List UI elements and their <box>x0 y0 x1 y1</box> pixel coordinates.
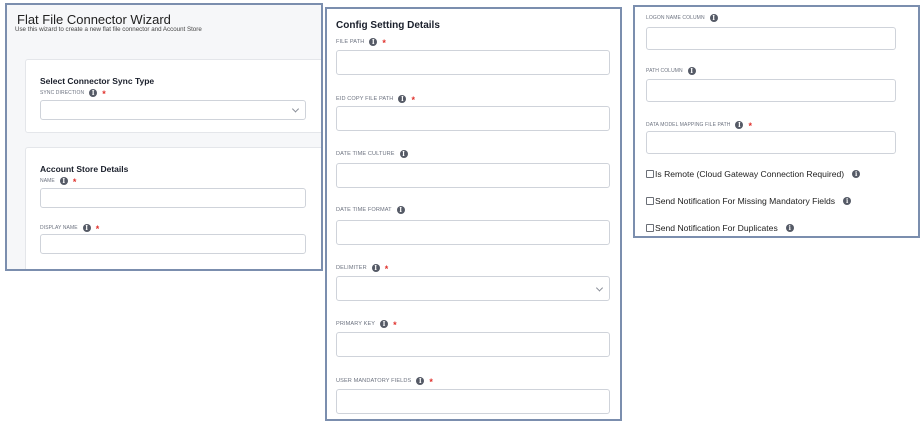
missing-mandatory-label: Send Notification For Missing Mandatory … <box>655 196 836 206</box>
delimiter-label-text: DELIMITER <box>336 265 367 271</box>
config-panel: Config Setting Details FILE PATH i * EID… <box>325 7 622 421</box>
logon-name-column-input[interactable] <box>646 27 896 50</box>
info-icon[interactable]: i <box>371 264 380 272</box>
date-time-format-input[interactable] <box>336 220 610 245</box>
duplicates-checkbox[interactable] <box>646 224 654 232</box>
required-asterisk: * <box>393 320 397 330</box>
chevron-down-icon <box>595 283 604 292</box>
user-mandatory-fields-label: USER MANDATORY FIELDS i * <box>336 375 433 387</box>
logon-name-column-label-text: LOGON NAME COLUMN <box>646 15 705 21</box>
required-asterisk: * <box>748 121 753 131</box>
user-mandatory-fields-input[interactable] <box>336 389 610 414</box>
info-icon[interactable]: i <box>416 377 425 385</box>
file-path-input[interactable] <box>336 50 610 75</box>
account-store-card: Account Store Details NAME i * DISPLAY N… <box>25 147 321 269</box>
data-model-mapping-label-text: DATA MODEL MAPPING FILE PATH <box>646 122 731 128</box>
primary-key-label: PRIMARY KEY i * <box>336 318 397 330</box>
data-model-mapping-label: DATA MODEL MAPPING FILE PATH i * <box>646 119 752 131</box>
name-label: NAME i * <box>40 175 76 187</box>
user-mandatory-fields-label-text: USER MANDATORY FIELDS <box>336 378 412 384</box>
config-title: Config Setting Details <box>336 20 440 31</box>
info-icon[interactable]: i <box>396 206 405 214</box>
info-icon[interactable]: i <box>687 67 696 75</box>
info-icon[interactable]: i <box>399 150 408 158</box>
is-remote-label: Is Remote (Cloud Gateway Connection Requ… <box>655 169 845 179</box>
is-remote-checkbox-row[interactable]: Is Remote (Cloud Gateway Connection Requ… <box>646 169 861 179</box>
chevron-down-icon <box>291 105 300 113</box>
required-asterisk: * <box>429 377 433 387</box>
required-asterisk: * <box>102 89 106 99</box>
delimiter-select[interactable] <box>336 276 610 301</box>
logon-name-column-label: LOGON NAME COLUMN i <box>646 14 718 22</box>
date-time-format-label-text: DATE TIME FORMAT <box>336 207 392 213</box>
required-asterisk: * <box>382 38 386 48</box>
wizard-panel: Flat File Connector Wizard Use this wiza… <box>5 3 323 271</box>
missing-mandatory-checkbox-row[interactable]: Send Notification For Missing Mandatory … <box>646 196 852 206</box>
info-icon[interactable]: i <box>398 95 407 103</box>
path-column-label: PATH COLUMN i <box>646 67 696 75</box>
required-asterisk: * <box>384 264 389 274</box>
file-path-label: FILE PATH i * <box>336 36 386 48</box>
sync-type-card: Select Connector Sync Type SYNC DIRECTIO… <box>25 59 321 133</box>
eid-copy-file-path-input[interactable] <box>336 106 610 131</box>
sync-direction-select[interactable] <box>40 100 306 120</box>
wizard-title: Flat File Connector Wizard <box>17 12 171 27</box>
primary-key-input[interactable] <box>336 332 610 357</box>
eid-copy-file-path-label: EID COPY FILE PATH i * <box>336 93 415 105</box>
sync-section-title: Select Connector Sync Type <box>40 76 155 86</box>
info-icon[interactable]: i <box>59 177 68 185</box>
display-name-label: DISPLAY NAME i * <box>40 222 99 234</box>
date-time-culture-label-text: DATE TIME CULTURE <box>336 151 395 157</box>
is-remote-checkbox[interactable] <box>646 170 654 178</box>
info-icon[interactable]: i <box>852 170 861 178</box>
date-time-format-label: DATE TIME FORMAT i <box>336 206 405 214</box>
path-column-label-text: PATH COLUMN <box>646 68 683 74</box>
info-icon[interactable]: i <box>843 197 852 205</box>
info-icon[interactable]: i <box>735 121 744 129</box>
display-name-input[interactable] <box>40 234 306 254</box>
duplicates-checkbox-row[interactable]: Send Notification For Duplicates i <box>646 223 794 233</box>
delimiter-label: DELIMITER i * <box>336 262 388 274</box>
date-time-culture-label: DATE TIME CULTURE i <box>336 150 408 158</box>
display-name-label-text: DISPLAY NAME <box>40 225 78 231</box>
name-input[interactable] <box>40 188 306 208</box>
data-model-mapping-input[interactable] <box>646 131 896 154</box>
path-column-input[interactable] <box>646 79 896 102</box>
required-asterisk: * <box>72 177 77 187</box>
info-icon[interactable]: i <box>785 224 794 232</box>
date-time-culture-input[interactable] <box>336 163 610 188</box>
primary-key-label-text: PRIMARY KEY <box>336 321 376 327</box>
info-icon[interactable]: i <box>380 320 389 328</box>
extra-settings-panel: LOGON NAME COLUMN i PATH COLUMN i DATA M… <box>633 5 920 238</box>
info-icon[interactable]: i <box>82 224 91 232</box>
missing-mandatory-checkbox[interactable] <box>646 197 654 205</box>
info-icon[interactable]: i <box>369 38 378 46</box>
info-icon[interactable]: i <box>709 14 718 22</box>
wizard-subtitle: Use this wizard to create a new flat fil… <box>15 26 202 33</box>
name-label-text: NAME <box>40 178 55 184</box>
duplicates-label: Send Notification For Duplicates <box>655 223 778 233</box>
eid-copy-file-path-label-text: EID COPY FILE PATH <box>336 96 394 102</box>
required-asterisk: * <box>411 95 416 105</box>
info-icon[interactable]: i <box>89 89 98 97</box>
required-asterisk: * <box>95 224 100 234</box>
sync-direction-label-text: SYNC DIRECTION <box>40 90 85 96</box>
file-path-label-text: FILE PATH <box>336 39 365 45</box>
sync-direction-label: SYNC DIRECTION i * <box>40 87 106 99</box>
account-section-title: Account Store Details <box>40 164 129 174</box>
